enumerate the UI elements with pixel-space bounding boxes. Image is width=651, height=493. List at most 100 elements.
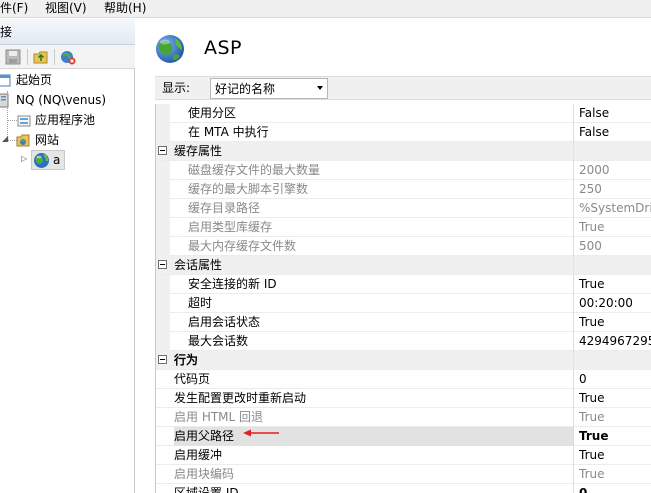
property-value[interactable]: True: [579, 275, 651, 294]
connections-header: 接: [0, 19, 135, 45]
property-row[interactable]: 启用类型库缓存 True: [156, 218, 651, 237]
tree-item-site-a[interactable]: a: [0, 150, 135, 170]
tree-item-server[interactable]: NQ (NQ\venus): [0, 90, 135, 110]
save-icon[interactable]: [5, 49, 21, 65]
row-margin: [156, 237, 170, 256]
property-name: 启用父路径: [174, 427, 574, 446]
row-margin: [156, 294, 170, 313]
property-name: 代码页: [174, 370, 574, 389]
sites-folder-icon: [16, 134, 30, 147]
property-value[interactable]: 2000: [579, 161, 651, 180]
property-row[interactable]: 缓存的最大脚本引擎数 250: [156, 180, 651, 199]
property-value[interactable]: 4294967295: [579, 332, 651, 351]
connections-toolbar: [0, 45, 135, 69]
property-value[interactable]: 00:20:00: [579, 294, 651, 313]
tree-item-app-pools[interactable]: 应用程序池: [0, 110, 135, 130]
property-row[interactable]: 超时 00:20:00: [156, 294, 651, 313]
server-icon: [0, 93, 9, 108]
property-row[interactable]: 使用分区 False: [156, 104, 651, 123]
property-value[interactable]: True: [579, 389, 651, 408]
property-name: 启用类型库缓存: [188, 218, 574, 237]
property-grid: 使用分区 False 在 MTA 中执行 False 缓存属性 磁盘缓存文件的最…: [155, 104, 651, 493]
display-dropdown[interactable]: 好记的名称: [210, 78, 328, 99]
tree-item-sites[interactable]: 网站: [0, 130, 135, 150]
property-row[interactable]: 区域设置 ID 0: [156, 484, 651, 493]
disconnect-icon[interactable]: [60, 49, 76, 65]
up-folder-icon[interactable]: [33, 49, 49, 65]
property-row[interactable]: 启用 HTML 回退 True: [156, 408, 651, 427]
row-margin: [156, 218, 170, 237]
category-row-cache[interactable]: 缓存属性: [156, 142, 651, 161]
menu-file[interactable]: 件(F): [0, 0, 28, 18]
globe-icon: [34, 153, 49, 168]
category-name: 行为: [174, 351, 574, 370]
toolbar-separator: [54, 49, 55, 65]
menu-view[interactable]: 视图(V): [45, 0, 87, 18]
property-row[interactable]: 最大会话数 4294967295: [156, 332, 651, 351]
category-row-session[interactable]: 会话属性: [156, 256, 651, 275]
property-value[interactable]: True: [579, 427, 651, 446]
display-filter-bar: 显示: 好记的名称: [155, 76, 651, 100]
category-row-behavior[interactable]: 行为: [156, 351, 651, 370]
property-row[interactable]: 在 MTA 中执行 False: [156, 123, 651, 142]
property-value[interactable]: True: [579, 408, 651, 427]
start-page-icon: [0, 74, 11, 87]
property-row[interactable]: 启用会话状态 True: [156, 313, 651, 332]
property-name: 启用 HTML 回退: [174, 408, 574, 427]
property-name: 启用会话状态: [188, 313, 574, 332]
display-dropdown-value: 好记的名称: [215, 82, 276, 96]
property-value[interactable]: False: [579, 104, 651, 123]
property-row[interactable]: 磁盘缓存文件的最大数量 2000: [156, 161, 651, 180]
category-name: 会话属性: [174, 256, 574, 275]
row-margin: [156, 104, 170, 123]
row-margin: [156, 161, 170, 180]
property-value[interactable]: True: [579, 465, 651, 484]
property-name: 启用缓冲: [174, 446, 574, 465]
property-name: 区域设置 ID: [174, 484, 574, 493]
property-name: 最大会话数: [188, 332, 574, 351]
property-row[interactable]: 发生配置更改时重新启动 True: [156, 389, 651, 408]
menu-help[interactable]: 帮助(H): [104, 0, 146, 18]
property-row[interactable]: 启用块编码 True: [156, 465, 651, 484]
property-row[interactable]: 安全连接的新 ID True: [156, 275, 651, 294]
property-name: 磁盘缓存文件的最大数量: [188, 161, 574, 180]
feature-pane: ASP 显示: 好记的名称 使用分区 False 在 MTA 中执行 False…: [142, 19, 651, 493]
property-row[interactable]: 缓存目录路径 %SystemDriv: [156, 199, 651, 218]
app-pool-icon: [17, 115, 31, 127]
dropdown-arrow-icon: [317, 86, 323, 90]
property-name: 超时: [188, 294, 574, 313]
property-row[interactable]: 启用缓冲 True: [156, 446, 651, 465]
property-row[interactable]: 最大内存缓存文件数 500: [156, 237, 651, 256]
row-margin: [156, 123, 170, 142]
property-name: 使用分区: [188, 104, 574, 123]
tree-item-label: a: [53, 153, 61, 167]
row-margin: [156, 199, 170, 218]
property-value[interactable]: 0: [579, 484, 651, 493]
property-value[interactable]: 500: [579, 237, 651, 256]
collapse-toggle-icon[interactable]: [158, 146, 167, 155]
property-value[interactable]: 250: [579, 180, 651, 199]
property-value[interactable]: True: [579, 313, 651, 332]
property-name: 缓存的最大脚本引擎数: [188, 180, 574, 199]
property-name: 在 MTA 中执行: [188, 123, 574, 142]
collapse-toggle-icon[interactable]: [158, 260, 167, 269]
property-value[interactable]: 0: [579, 370, 651, 389]
connections-pane: 接 起始页 NQ (NQ\venus) 应用程序池 ◢ 网站 ▷ a: [0, 19, 135, 493]
property-value[interactable]: False: [579, 123, 651, 142]
property-row-selected[interactable]: 启用父路径 True: [156, 427, 651, 446]
category-name: 缓存属性: [174, 142, 574, 161]
annotation-arrow-icon: [243, 429, 279, 437]
tree-item-start-page[interactable]: 起始页: [0, 70, 135, 90]
tree-item-label: 起始页: [16, 73, 53, 87]
display-label: 显示:: [162, 81, 191, 95]
property-value[interactable]: %SystemDriv: [579, 199, 651, 218]
property-value[interactable]: True: [579, 218, 651, 237]
tree-item-label: 应用程序池: [35, 113, 96, 127]
connections-header-text: 接: [0, 25, 13, 39]
property-name: 启用块编码: [174, 465, 574, 484]
row-margin: [156, 180, 170, 199]
collapse-toggle-icon[interactable]: [158, 355, 167, 364]
property-value[interactable]: True: [579, 446, 651, 465]
property-row[interactable]: 代码页 0: [156, 370, 651, 389]
page-title: ASP: [204, 37, 243, 59]
